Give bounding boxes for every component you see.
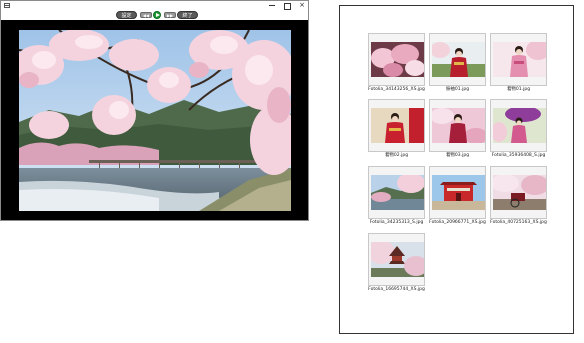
thumbnail-item[interactable]: Fotolia_35936408_S.jpg (490, 99, 547, 158)
thumbnail-image (429, 166, 486, 219)
thumbnail-filename: Fotolia_34235313_S.jpg (369, 220, 424, 225)
end-button[interactable]: 終了 (177, 11, 198, 19)
thumbnail-item[interactable]: 着物02.jpg (368, 99, 425, 158)
thumbnail-item[interactable]: 振袖01.jpg (429, 33, 486, 92)
thumbnail-filename: Fotolia_16695744_XS.jpg (368, 287, 425, 292)
play-button[interactable] (153, 11, 161, 19)
thumbnail-gallery: Fotolia_34143256_XS.jpg 振袖01.jpg 着物01.jp… (339, 5, 574, 334)
thumbnail-image (429, 33, 486, 86)
thumbnail-image (429, 99, 486, 152)
minimize-button[interactable] (265, 1, 279, 10)
thumbnail-image (490, 99, 547, 152)
shrine-gate-image (432, 175, 485, 210)
furisode-woman-image (432, 42, 485, 77)
river-sakura-image (371, 175, 424, 210)
thumbnail-filename: Fotolia_20966771_XS.jpg (429, 220, 486, 225)
maximize-button[interactable] (280, 1, 294, 10)
thumbnail-filename: 着物02.jpg (384, 153, 409, 158)
kimono-blossom-image (432, 108, 485, 143)
thumbnail-filename: Fotolia_35936408_S.jpg (491, 153, 546, 158)
close-button[interactable]: × (295, 1, 309, 10)
rickshaw-sakura-image (493, 175, 546, 210)
red-kimono-woman-image (371, 108, 424, 143)
thumbnail-filename: 着物03.jpg (445, 153, 470, 158)
temple-sakura-image (371, 242, 424, 277)
slideshow-photo (19, 30, 291, 211)
thumbnail-item[interactable]: 着物03.jpg (429, 99, 486, 158)
thumbnail-filename: Fotolia_40725163_XS.jpg (490, 220, 547, 225)
control-bar: 設定 ◀◀ ▶▶ 終了 (1, 10, 308, 20)
slideshow-window: × 設定 ◀◀ ▶▶ 終了 (0, 0, 309, 221)
previous-button[interactable]: ◀◀ (140, 12, 152, 18)
thumbnail-image (490, 33, 547, 86)
next-button[interactable]: ▶▶ (164, 12, 176, 18)
thumbnail-filename: Fotolia_34143256_XS.jpg (368, 87, 425, 92)
app-icon (4, 3, 10, 8)
kimono-woman-image (493, 42, 546, 77)
thumbnail-item[interactable]: Fotolia_20966771_XS.jpg (429, 166, 486, 225)
thumbnail-image (368, 166, 425, 219)
thumbnail-item[interactable]: Fotolia_34235313_S.jpg (368, 166, 425, 225)
sakura-closeup-image (371, 42, 424, 77)
settings-button[interactable]: 設定 (116, 11, 137, 19)
thumbnail-item[interactable]: Fotolia_40725163_XS.jpg (490, 166, 547, 225)
thumbnail-item[interactable]: Fotolia_16695744_XS.jpg (368, 233, 425, 292)
thumbnail-image (368, 233, 425, 286)
thumbnail-filename: 振袖01.jpg (445, 87, 470, 92)
cherry-blossom-river-image (19, 30, 291, 211)
thumbnail-item[interactable]: 着物01.jpg (490, 33, 547, 92)
title-bar: × (1, 1, 308, 10)
thumbnail-image (368, 33, 425, 86)
parasol-woman-image (493, 108, 546, 143)
thumbnail-item[interactable]: Fotolia_34143256_XS.jpg (368, 33, 425, 92)
thumbnail-filename: 着物01.jpg (506, 87, 531, 92)
thumbnail-image (368, 99, 425, 152)
thumbnail-image (490, 166, 547, 219)
